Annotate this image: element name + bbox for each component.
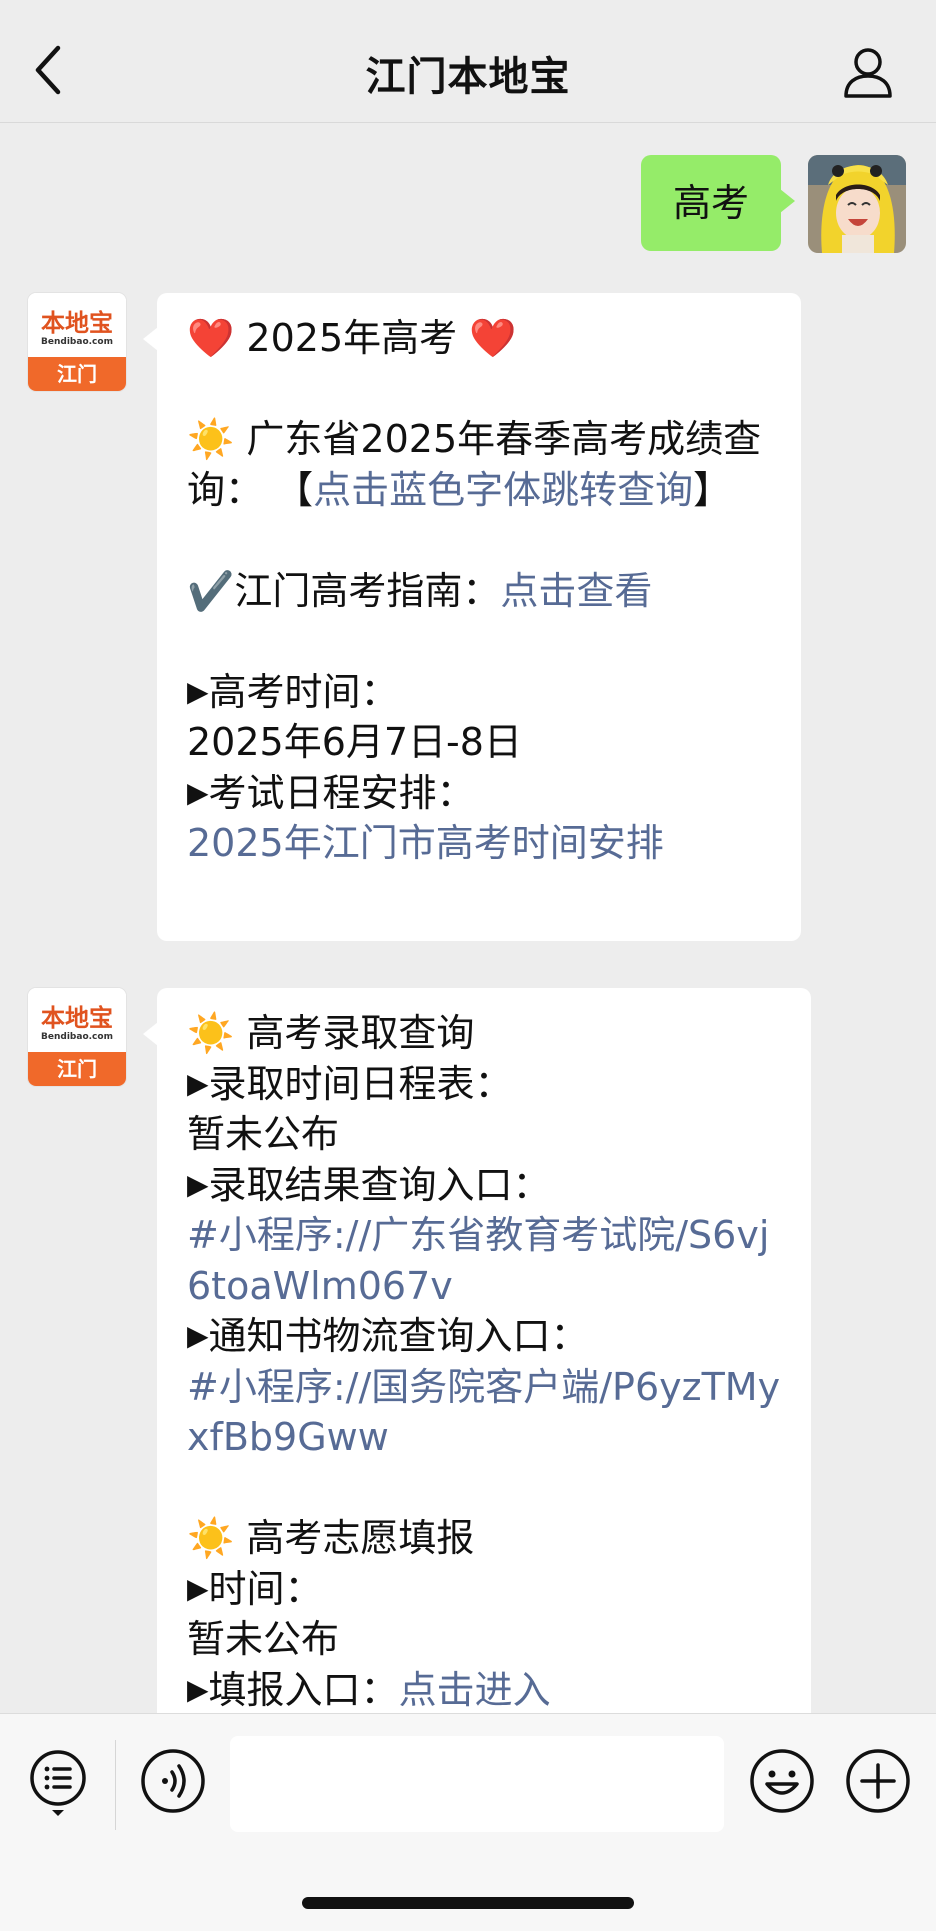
person-icon[interactable] bbox=[840, 44, 896, 100]
avatar-brand-text: 本地宝 bbox=[41, 309, 113, 337]
check-icon: ✔️ bbox=[187, 568, 235, 613]
triangle-right-icon: ▶ bbox=[187, 1066, 209, 1100]
schedule-link[interactable]: 2025年江门市高考时间安排 bbox=[187, 818, 773, 869]
guide-line: ✔️江门高考指南：点击查看 bbox=[187, 566, 773, 617]
home-indicator bbox=[302, 1897, 634, 1909]
admission-schedule-label: 录取时间日程表： bbox=[208, 1061, 513, 1106]
triangle-right-icon: ▶ bbox=[187, 1571, 209, 1605]
exam-time-label: 高考时间： bbox=[208, 669, 399, 714]
heart-icon: ❤️ bbox=[469, 316, 517, 360]
notice-entry-label: 通知书物流查询入口： bbox=[208, 1314, 589, 1358]
bracket-open: 【 bbox=[275, 467, 314, 512]
triangle-right-icon: ▶ bbox=[187, 1672, 209, 1706]
volunteer-time-label: 时间： bbox=[208, 1566, 323, 1611]
official-account-avatar[interactable]: 本地宝 Bendibao.com 江门 bbox=[28, 988, 126, 1086]
notice-entry-line: ▶通知书物流查询入口： bbox=[187, 1311, 783, 1362]
triangle-right-icon: ▶ bbox=[187, 1167, 209, 1201]
admission-title-line: ☀️ 高考录取查询 bbox=[187, 1008, 783, 1059]
result-miniprogram-link[interactable]: #小程序://广东省教育考试院/S6vj6toaWlm067v bbox=[187, 1210, 783, 1311]
message-input[interactable] bbox=[230, 1736, 724, 1832]
plus-icon[interactable] bbox=[845, 1748, 911, 1814]
sun-icon: ☀️ bbox=[187, 1516, 235, 1560]
voice-icon[interactable] bbox=[140, 1748, 206, 1814]
heart-icon: ❤️ bbox=[187, 316, 235, 360]
triangle-right-icon: ▶ bbox=[187, 674, 209, 708]
avatar-site-text: Bendibao.com bbox=[41, 337, 113, 347]
bracket-close: 】 bbox=[693, 467, 732, 512]
admission-schedule-value: 暂未公布 bbox=[187, 1112, 340, 1156]
emoji-icon[interactable] bbox=[749, 1748, 815, 1814]
guide-label: 江门高考指南： bbox=[234, 568, 501, 613]
message-title: 2025年高考 bbox=[246, 316, 458, 360]
volunteer-time-line: ▶时间： bbox=[187, 1564, 783, 1615]
notice-miniprogram-link[interactable]: #小程序://国务院客户端/P6yzTMyxfBb9Gww bbox=[187, 1362, 783, 1463]
volunteer-entry-label: 填报入口： bbox=[208, 1667, 399, 1712]
avatar-site-text: Bendibao.com bbox=[41, 1032, 113, 1042]
user-avatar[interactable] bbox=[808, 155, 906, 253]
sun-icon: ☀️ bbox=[187, 1011, 235, 1055]
sun-icon: ☀️ bbox=[187, 417, 235, 461]
divider bbox=[115, 1740, 116, 1830]
message-title-line: ❤️ 2025年高考 ❤️ bbox=[187, 313, 773, 364]
schedule-label: 考试日程安排： bbox=[208, 770, 475, 815]
schedule-label-line: ▶考试日程安排： bbox=[187, 768, 773, 819]
chat-area[interactable]: 高考 本地宝 Bendibao.com 江门 ❤️ 2025年高考 ❤️ ☀️ … bbox=[0, 123, 936, 1713]
incoming-message[interactable]: ❤️ 2025年高考 ❤️ ☀️ 广东省2025年春季高考成绩查询： 【点击蓝色… bbox=[143, 293, 801, 941]
menu-list-icon[interactable] bbox=[28, 1748, 94, 1816]
triangle-right-icon: ▶ bbox=[187, 1319, 209, 1352]
result-entry-line: ▶录取结果查询入口： bbox=[187, 1160, 783, 1211]
volunteer-entry-link[interactable]: 点击进入 bbox=[399, 1668, 551, 1712]
outgoing-message-text: 高考 bbox=[672, 181, 749, 225]
avatar-city-text: 江门 bbox=[28, 357, 126, 391]
volunteer-title-line: ☀️ 高考志愿填报 bbox=[187, 1513, 783, 1564]
page-title: 江门本地宝 bbox=[365, 54, 571, 100]
official-account-avatar[interactable]: 本地宝 Bendibao.com 江门 bbox=[28, 293, 126, 391]
volunteer-entry-line: ▶填报入口：点击进入 bbox=[187, 1665, 783, 1714]
volunteer-time-value: 暂未公布 bbox=[187, 1617, 340, 1661]
triangle-right-icon: ▶ bbox=[187, 775, 209, 809]
exam-time-value: 2025年6月7日-8日 bbox=[187, 720, 522, 764]
guide-link[interactable]: 点击查看 bbox=[500, 569, 652, 613]
score-query-link[interactable]: 点击蓝色字体跳转查询 bbox=[313, 468, 693, 512]
admission-title: 高考录取查询 bbox=[246, 1011, 475, 1055]
incoming-message[interactable]: ☀️ 高考录取查询 ▶录取时间日程表： 暂未公布 ▶录取结果查询入口： #小程序… bbox=[143, 988, 811, 1714]
volunteer-title: 高考志愿填报 bbox=[246, 1516, 475, 1560]
exam-time-label-line: ▶高考时间： bbox=[187, 667, 773, 718]
avatar-brand-text: 本地宝 bbox=[41, 1004, 113, 1032]
result-entry-label: 录取结果查询入口： bbox=[208, 1162, 551, 1207]
score-query-line: ☀️ 广东省2025年春季高考成绩查询： 【点击蓝色字体跳转查询】 bbox=[187, 414, 773, 515]
nav-bar: 江门本地宝 bbox=[0, 0, 936, 123]
avatar-city-text: 江门 bbox=[28, 1052, 126, 1086]
admission-schedule-line: ▶录取时间日程表： bbox=[187, 1059, 783, 1110]
outgoing-message[interactable]: 高考 bbox=[640, 155, 796, 251]
